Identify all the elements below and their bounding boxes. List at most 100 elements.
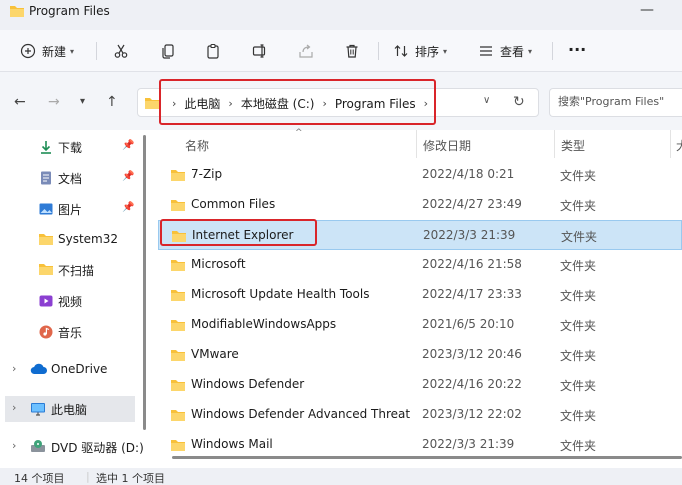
chevron-right-icon[interactable]: › [424, 97, 428, 110]
table-row[interactable]: Windows Defender 2022/4/16 20:22 文件夹 [158, 370, 682, 400]
pin-icon[interactable]: 📌 [122, 171, 134, 182]
address-bar[interactable]: › 此电脑 › 本地磁盘 (C:) › Program Files › ∨ ↻ [137, 88, 539, 117]
chevron-right-icon[interactable]: › [228, 97, 232, 110]
sidebar-item-system32[interactable]: System32 [0, 227, 140, 253]
file-name: VMware [191, 347, 239, 361]
sidebar-item-label: 不扫描 [58, 264, 95, 278]
table-row[interactable]: Common Files 2022/4/27 23:49 文件夹 [158, 190, 682, 220]
file-date: 2022/4/17 23:33 [422, 287, 522, 301]
document-icon [38, 170, 54, 186]
search-box[interactable] [549, 88, 682, 117]
column-header-type[interactable]: 类型 [561, 130, 585, 158]
chevron-right-icon[interactable]: › [172, 97, 176, 110]
view-label: 查看 [500, 44, 525, 59]
table-row[interactable]: Windows Defender Advanced Threat ... 202… [158, 400, 682, 430]
up-arrow-icon[interactable]: ↑ [106, 94, 118, 110]
file-name: Common Files [191, 197, 276, 211]
refresh-icon[interactable]: ↻ [513, 94, 525, 110]
sidebar-item-onedrive[interactable]: › OneDrive [0, 357, 140, 383]
sort-button[interactable]: 排序 ▾ [393, 41, 447, 61]
file-list: ^ 名称 修改日期 类型 大 7-Zip 2022/4/18 0:21 文件夹 … [148, 128, 682, 468]
file-date: 2021/6/5 20:10 [422, 317, 515, 331]
file-date: 2022/4/16 20:22 [422, 377, 522, 391]
address-dropdown-icon[interactable]: ∨ [483, 95, 490, 106]
view-button[interactable]: 查看 ▾ [478, 41, 532, 61]
file-type: 文件夹 [560, 379, 597, 393]
sort-ascending-icon: ^ [295, 128, 303, 138]
sidebar-item-no-scan[interactable]: 不扫描 [0, 257, 140, 283]
folder-icon [9, 4, 25, 21]
sort-label: 排序 [415, 44, 440, 59]
copy-button[interactable] [160, 41, 176, 61]
folder-icon [170, 258, 186, 275]
sidebar-item-label: 图片 [58, 203, 83, 217]
chevron-right-icon[interactable]: › [12, 362, 16, 375]
sidebar-item-pictures[interactable]: 图片 📌 [0, 196, 140, 222]
divider [96, 42, 97, 60]
table-row[interactable]: Microsoft Update Health Tools 2022/4/17 … [158, 280, 682, 310]
sidebar-scrollbar[interactable] [143, 135, 146, 430]
divider [552, 42, 553, 60]
trash-icon [346, 44, 358, 58]
plus-circle-icon [20, 43, 36, 59]
music-icon [38, 324, 54, 340]
file-name: Microsoft Update Health Tools [191, 287, 370, 301]
sidebar-item-label: 此电脑 [51, 403, 88, 417]
more-button[interactable]: ··· [568, 39, 586, 59]
rename-button[interactable] [252, 41, 268, 61]
paste-button[interactable] [205, 41, 221, 61]
sidebar-item-dvd-drive[interactable]: › DVD 驱动器 (D:) [0, 434, 144, 460]
file-name: Windows Mail [191, 437, 273, 451]
status-divider: | [86, 470, 90, 483]
chevron-right-icon[interactable]: › [322, 97, 326, 110]
new-button[interactable]: 新建 ▾ [20, 41, 74, 61]
sidebar-item-label: 下载 [58, 141, 83, 155]
share-button[interactable] [298, 41, 314, 61]
delete-button[interactable] [344, 41, 360, 61]
table-row[interactable]: 7-Zip 2022/4/18 0:21 文件夹 [158, 160, 682, 190]
sidebar-item-this-pc[interactable]: › 此电脑 [5, 396, 135, 422]
sidebar-item-music[interactable]: 音乐 [0, 319, 140, 345]
folder-icon [170, 408, 186, 425]
forward-arrow-icon[interactable]: → [48, 94, 60, 110]
horizontal-scrollbar[interactable] [172, 456, 682, 459]
back-arrow-icon[interactable]: ← [14, 94, 26, 110]
table-row[interactable]: Microsoft 2022/4/16 21:58 文件夹 [158, 250, 682, 280]
file-name: Microsoft [191, 257, 246, 271]
chevron-down-icon: ▾ [70, 46, 75, 56]
chevron-right-icon[interactable]: › [12, 439, 16, 452]
column-divider[interactable] [670, 130, 671, 158]
search-input[interactable] [558, 95, 678, 108]
breadcrumb-this-pc[interactable]: 此电脑 [184, 95, 220, 112]
file-date: 2023/3/12 22:02 [422, 407, 522, 421]
navigation-pane: 下载 📌 文档 📌 图片 📌 System32 不扫描 视频 音乐 › OneD… [0, 130, 148, 468]
pin-icon[interactable]: 📌 [122, 202, 134, 213]
file-name: Internet Explorer [192, 228, 294, 242]
recent-chevron-icon[interactable]: ▾ [80, 96, 85, 107]
file-name: ModifiableWindowsApps [191, 317, 337, 331]
monitor-icon [30, 401, 46, 417]
column-header-size[interactable]: 大 [676, 130, 682, 158]
file-name: Windows Defender [191, 377, 305, 391]
pin-icon[interactable]: 📌 [122, 140, 134, 151]
chevron-right-icon[interactable]: › [12, 401, 16, 414]
cut-button[interactable] [113, 41, 129, 61]
minimize-button[interactable]: — [640, 2, 654, 18]
sidebar-item-label: 文档 [58, 172, 83, 186]
breadcrumb-program-files[interactable]: Program Files [335, 97, 416, 111]
column-header-date[interactable]: 修改日期 [423, 130, 471, 158]
status-bar: 14 个项目 | 选中 1 个项目 [0, 468, 682, 485]
column-divider[interactable] [416, 130, 417, 158]
breadcrumb-local-disk[interactable]: 本地磁盘 (C:) [241, 95, 315, 112]
sidebar-item-videos[interactable]: 视频 [0, 288, 140, 314]
file-type: 文件夹 [560, 349, 597, 363]
file-type: 文件夹 [560, 289, 597, 303]
column-divider[interactable] [554, 130, 555, 158]
sidebar-item-documents[interactable]: 文档 📌 [0, 165, 140, 191]
table-row[interactable]: ModifiableWindowsApps 2021/6/5 20:10 文件夹 [158, 310, 682, 340]
column-header-name[interactable]: 名称 [185, 130, 209, 158]
table-row-selected[interactable]: Internet Explorer 2022/3/3 21:39 文件夹 [158, 220, 682, 250]
sidebar-item-downloads[interactable]: 下载 📌 [0, 134, 140, 160]
table-row[interactable]: VMware 2023/3/12 20:46 文件夹 [158, 340, 682, 370]
item-count: 14 个项目 [14, 472, 65, 485]
